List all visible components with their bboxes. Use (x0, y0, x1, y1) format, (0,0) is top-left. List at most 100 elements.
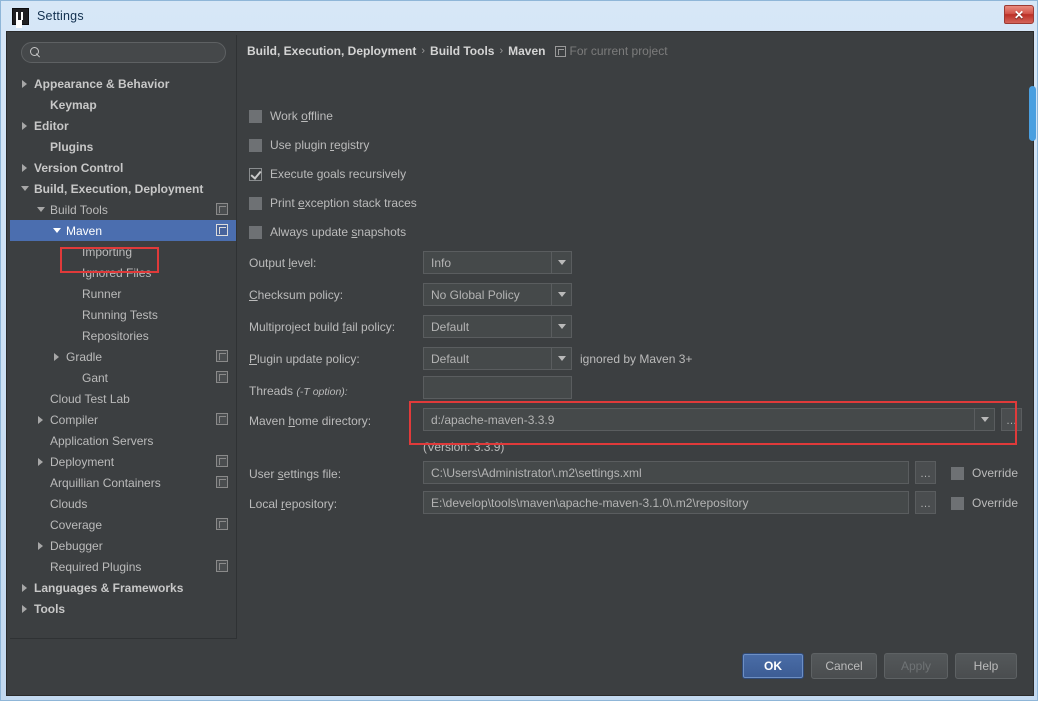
chevron-down-icon[interactable] (20, 183, 31, 194)
sidebar-item-deployment[interactable]: Deployment (10, 451, 236, 472)
breadcrumb-part-1[interactable]: Build, Execution, Deployment (247, 44, 416, 58)
chevron-down-icon[interactable] (551, 284, 571, 305)
sidebar-item-label: Running Tests (82, 307, 158, 322)
checkbox-use-plugin-registry[interactable]: Use plugin registry (249, 138, 369, 152)
chevron-down-icon[interactable] (974, 409, 994, 430)
plugin-update-policy-note: ignored by Maven 3+ (580, 352, 693, 366)
chevron-right-icon[interactable] (20, 78, 31, 89)
sidebar-item-plugins[interactable]: Plugins (10, 136, 236, 157)
sidebar-item-label: Clouds (50, 496, 88, 511)
checkbox-execute-goals-recursively[interactable]: Execute goals recursively (249, 167, 406, 181)
local-repository-label: Local repository: (249, 497, 338, 511)
tree-spacer-icon (68, 372, 79, 383)
sidebar-item-label: Plugins (50, 139, 94, 154)
local-repository-override-checkbox[interactable]: Override (951, 496, 1018, 510)
search-box[interactable] (21, 42, 226, 63)
chevron-down-icon[interactable] (52, 225, 63, 236)
sidebar-item-cloud-test-lab[interactable]: Cloud Test Lab (10, 388, 236, 409)
chevron-right-icon[interactable] (36, 456, 47, 467)
sidebar-item-build-tools[interactable]: Build Tools (10, 199, 236, 220)
local-repository-browse-button[interactable]: … (915, 491, 936, 514)
breadcrumb: Build, Execution, Deployment › Build Too… (247, 44, 668, 58)
sidebar-item-runner[interactable]: Runner (10, 283, 236, 304)
close-icon[interactable]: ✕ (1004, 5, 1034, 24)
plugin-update-policy-combobox[interactable]: Default (423, 347, 572, 370)
chevron-right-icon[interactable] (36, 414, 47, 425)
chevron-right-icon[interactable] (20, 603, 31, 614)
sidebar-item-importing[interactable]: Importing (10, 241, 236, 262)
window-scrollbar-track[interactable] (1029, 31, 1037, 696)
chevron-right-icon[interactable] (20, 120, 31, 131)
sidebar-item-clouds[interactable]: Clouds (10, 493, 236, 514)
user-settings-override-checkbox[interactable]: Override (951, 466, 1018, 480)
search-input[interactable] (41, 45, 225, 60)
title-bar: Settings ✕ (1, 1, 1038, 31)
sidebar-item-appearance-behavior[interactable]: Appearance & Behavior (10, 73, 236, 94)
sidebar-item-version-control[interactable]: Version Control (10, 157, 236, 178)
sidebar-item-maven[interactable]: Maven (10, 220, 236, 241)
maven-home-directory-combobox[interactable]: d:/apache-maven-3.3.9 (423, 408, 995, 431)
tree-spacer-icon (36, 519, 47, 530)
apply-button[interactable]: Apply (884, 653, 948, 679)
sidebar-item-gant[interactable]: Gant (10, 367, 236, 388)
sidebar-item-languages-frameworks[interactable]: Languages & Frameworks (10, 577, 236, 598)
sidebar-item-label: Importing (82, 244, 133, 259)
chevron-down-icon[interactable] (551, 316, 571, 337)
maven-version-note: (Version: 3.3.9) (423, 440, 505, 454)
sidebar-item-label: Arquillian Containers (50, 475, 161, 490)
checkbox-box-icon[interactable] (249, 109, 262, 123)
sidebar-item-repositories[interactable]: Repositories (10, 325, 236, 346)
sidebar-item-arquillian-containers[interactable]: Arquillian Containers (10, 472, 236, 493)
chevron-down-icon[interactable] (551, 348, 571, 369)
sidebar-item-debugger[interactable]: Debugger (10, 535, 236, 556)
local-repository-input[interactable]: E:\develop\tools\maven\apache-maven-3.1.… (423, 491, 909, 514)
sidebar-item-label: Build, Execution, Deployment (34, 181, 204, 196)
checkbox-box-icon[interactable] (951, 466, 964, 480)
checkbox-box-icon[interactable] (249, 138, 262, 152)
checkbox-box-icon[interactable] (951, 496, 964, 510)
user-settings-browse-button[interactable]: … (915, 461, 936, 484)
module-scope-icon (216, 518, 228, 530)
user-settings-file-label: User settings file: (249, 467, 342, 481)
multiproject-fail-policy-combobox[interactable]: Default (423, 315, 572, 338)
breadcrumb-scope-label: For current project (569, 44, 668, 58)
sidebar-item-running-tests[interactable]: Running Tests (10, 304, 236, 325)
sidebar-item-editor[interactable]: Editor (10, 115, 236, 136)
chevron-right-icon[interactable] (36, 540, 47, 551)
chevron-down-icon[interactable] (36, 204, 47, 215)
maven-home-browse-button[interactable]: … (1001, 408, 1022, 431)
multiproject-fail-policy-value: Default (431, 319, 470, 334)
tree-spacer-icon (68, 246, 79, 257)
checkbox-always-update-snapshots[interactable]: Always update snapshots (249, 225, 406, 239)
threads-input[interactable] (423, 376, 572, 399)
breadcrumb-part-3[interactable]: Maven (508, 44, 545, 58)
chevron-right-icon[interactable] (20, 162, 31, 173)
sidebar-item-required-plugins[interactable]: Required Plugins (10, 556, 236, 577)
sidebar-item-gradle[interactable]: Gradle (10, 346, 236, 367)
sidebar-item-build-execution-deployment[interactable]: Build, Execution, Deployment (10, 178, 236, 199)
chevron-down-icon[interactable] (551, 252, 571, 273)
sidebar-item-application-servers[interactable]: Application Servers (10, 430, 236, 451)
checkbox-box-icon[interactable] (249, 196, 262, 210)
ok-button[interactable]: OK (742, 653, 804, 679)
checkbox-work-offline[interactable]: Work offline (249, 109, 333, 123)
help-button[interactable]: Help (955, 653, 1017, 679)
tree-spacer-icon (36, 141, 47, 152)
sidebar-item-coverage[interactable]: Coverage (10, 514, 236, 535)
sidebar-item-keymap[interactable]: Keymap (10, 94, 236, 115)
sidebar-item-ignored-files[interactable]: Ignored Files (10, 262, 236, 283)
checkbox-box-icon[interactable] (249, 225, 262, 239)
sidebar-item-compiler[interactable]: Compiler (10, 409, 236, 430)
output-level-combobox[interactable]: Info (423, 251, 572, 274)
chevron-right-icon[interactable] (52, 351, 63, 362)
user-settings-file-input[interactable]: C:\Users\Administrator\.m2\settings.xml (423, 461, 909, 484)
breadcrumb-part-2[interactable]: Build Tools (430, 44, 494, 58)
multiproject-fail-policy-label: Multiproject build fail policy: (249, 320, 396, 334)
cancel-button[interactable]: Cancel (811, 653, 877, 679)
sidebar-item-tools[interactable]: Tools (10, 598, 236, 619)
checkbox-checked-icon[interactable] (249, 167, 262, 181)
checkbox-print-exception-stack-traces[interactable]: Print exception stack traces (249, 196, 417, 210)
window-scrollbar-thumb[interactable] (1029, 86, 1036, 141)
chevron-right-icon[interactable] (20, 582, 31, 593)
checksum-policy-combobox[interactable]: No Global Policy (423, 283, 572, 306)
